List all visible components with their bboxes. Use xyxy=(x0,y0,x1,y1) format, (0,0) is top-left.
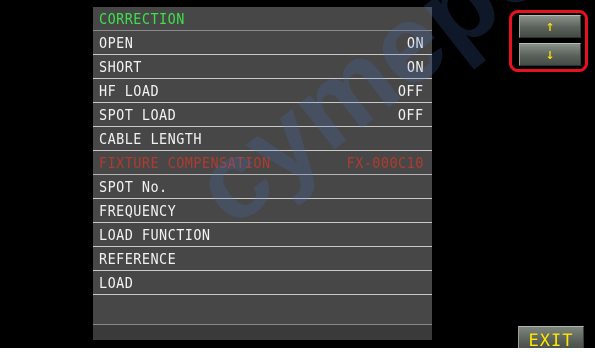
menu-item-label: SHORT xyxy=(99,58,142,76)
scroll-buttons-highlight xyxy=(509,10,588,72)
menu-item-value: OFF xyxy=(398,82,424,100)
menu-item-label: SPOT LOAD xyxy=(99,106,177,124)
menu-header: CORRECTION xyxy=(93,7,432,31)
menu-item-cable-length[interactable]: CABLE LENGTH xyxy=(93,127,432,151)
menu-item-value: FX-000C10 xyxy=(346,154,424,172)
menu-item-spot-no[interactable]: SPOT No. xyxy=(93,175,432,199)
panel-bottom-strip xyxy=(93,324,432,340)
menu-item-open[interactable]: OPEN ON xyxy=(93,31,432,55)
menu-item-load-function[interactable]: LOAD FUNCTION xyxy=(93,223,432,247)
menu-item-value: OFF xyxy=(398,106,424,124)
menu-item-short[interactable]: SHORT ON xyxy=(93,55,432,79)
menu-item-label: OPEN xyxy=(99,34,134,52)
menu-item-value: ON xyxy=(406,34,424,52)
menu-item-label: SPOT No. xyxy=(99,178,168,196)
exit-button[interactable]: EXIT xyxy=(518,326,584,348)
menu-item-label: CABLE LENGTH xyxy=(99,130,202,148)
menu-item-label: LOAD xyxy=(99,274,134,292)
menu-item-label: HF LOAD xyxy=(99,82,160,100)
menu-item-load[interactable]: LOAD xyxy=(93,271,432,295)
menu-item-label: REFERENCE xyxy=(99,250,177,268)
menu-item-label: FREQUENCY xyxy=(99,202,177,220)
menu-header-label: CORRECTION xyxy=(99,10,185,28)
instrument-screen: CORRECTION OPEN ON SHORT ON HF LOAD OFF … xyxy=(0,0,595,348)
menu-item-fixture-compensation: FIXTURE COMPENSATION FX-000C10 xyxy=(93,151,432,175)
menu-item-frequency[interactable]: FREQUENCY xyxy=(93,199,432,223)
correction-menu-panel: CORRECTION OPEN ON SHORT ON HF LOAD OFF … xyxy=(93,7,432,340)
menu-item-label: FIXTURE COMPENSATION xyxy=(99,154,271,172)
menu-item-value: ON xyxy=(406,58,424,76)
menu-item-reference[interactable]: REFERENCE xyxy=(93,247,432,271)
menu-item-spot-load[interactable]: SPOT LOAD OFF xyxy=(93,103,432,127)
menu-item-label: LOAD FUNCTION xyxy=(99,226,211,244)
exit-button-label: EXIT xyxy=(528,331,574,348)
menu-item-hf-load[interactable]: HF LOAD OFF xyxy=(93,79,432,103)
